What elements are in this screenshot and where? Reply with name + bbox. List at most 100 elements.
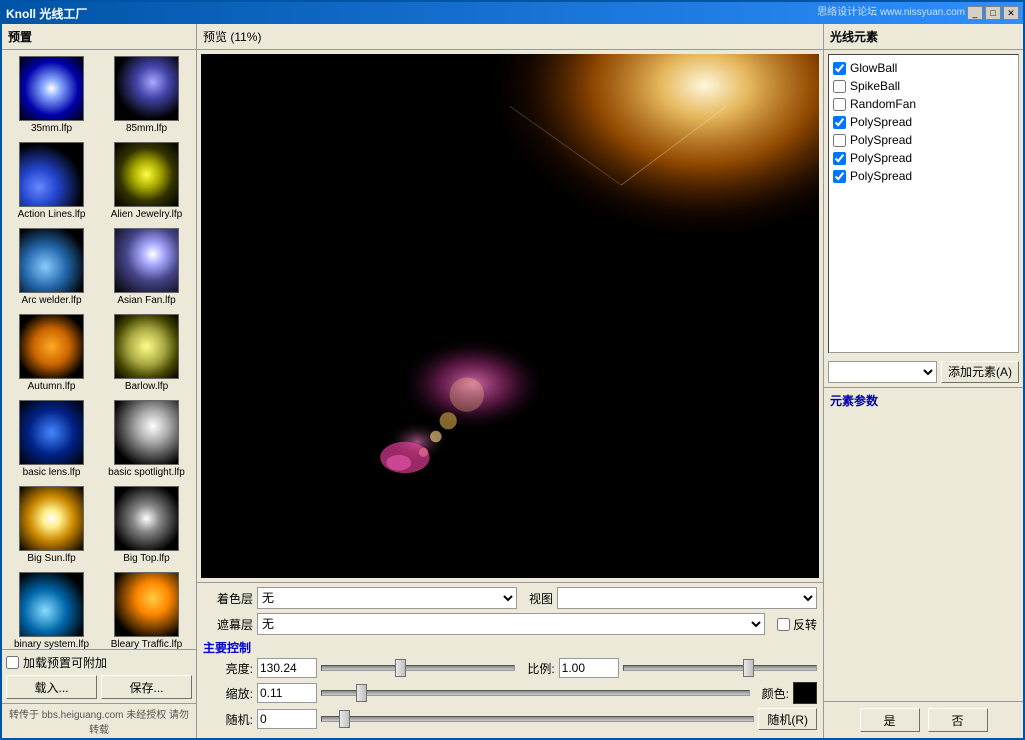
brightness-input[interactable]: 130.24 [257,658,317,678]
load-checkbox-label: 加载预置可附加 [23,654,107,671]
preset-item[interactable]: Autumn.lfp [6,312,97,394]
view-select[interactable] [557,587,817,609]
element-params-title: 元素参数 [824,387,1023,413]
preset-list: 35mm.lfp 85mm.lfpAction Lines.lfp Alien Je… [2,50,196,649]
layer-select[interactable]: 无 [257,587,517,609]
element-item: RandomFan [833,95,1014,113]
add-element-select[interactable] [828,361,937,383]
zoom-label: 缩放: [203,685,253,702]
zoom-input[interactable]: 0.11 [257,683,317,703]
element-label: SpikeBall [850,79,900,93]
preset-label: basic lens.lfp [23,467,81,478]
color-label: 颜色: [762,685,789,702]
random-slider[interactable] [321,709,754,729]
zoom-row: 缩放: 0.11 颜色: [203,682,817,704]
preview-area [201,54,819,578]
preset-item[interactable]: Arc welder.lfp [6,226,97,308]
preset-item[interactable]: Barlow.lfp [101,312,192,394]
preset-item[interactable]: Big Top.lfp [101,484,192,566]
brightness-slider[interactable] [321,658,515,678]
preview-title: 预览 (11%) [197,24,823,50]
title-bar: Knoll 光线工厂 思络设计论坛 www.nissyuan.com _ □ ✕ [2,2,1023,24]
presets-title: 预置 [2,24,196,50]
right-footer: 是 否 [824,701,1023,738]
left-panel: 预置 35mm.lfp 85mm.lfpAction Lines.lfp Alien… [2,24,197,738]
element-checkbox[interactable] [833,80,846,93]
preset-item[interactable]: basic lens.lfp [6,398,97,480]
preset-label: basic spotlight.lfp [108,467,185,478]
main-content: 预置 35mm.lfp 85mm.lfpAction Lines.lfp Alien… [2,24,1023,738]
footer-text: 转传于 bbs.heiguang.com 未经授权 请勿转载 [2,703,196,738]
element-item: PolySpread [833,167,1014,185]
add-element-button[interactable]: 添加元素(A) [941,361,1019,383]
scale-input[interactable]: 1.00 [559,658,619,678]
preset-label: 35mm.lfp [31,123,72,134]
preset-thumb [114,142,179,207]
element-checkbox[interactable] [833,98,846,111]
preset-label: Bleary Traffic.lfp [111,639,183,649]
view-label: 视图 [529,590,553,607]
preset-item[interactable]: binary system.lfp [6,570,97,649]
preset-thumb [114,56,179,121]
reverse-checkbox[interactable] [777,618,790,631]
save-button[interactable]: 保存... [101,675,192,699]
preset-item[interactable]: 85mm.lfp [101,54,192,136]
preset-item[interactable]: Asian Fan.lfp [101,226,192,308]
element-label: PolySpread [850,169,912,183]
element-label: PolySpread [850,115,912,129]
close-button[interactable]: ✕ [1003,6,1019,20]
preset-item[interactable]: Big Sun.lfp [6,484,97,566]
lens-flare-svg [201,54,819,578]
random-button[interactable]: 随机(R) [758,708,817,730]
preset-thumb [114,314,179,379]
preset-item[interactable]: Action Lines.lfp [6,140,97,222]
random-label: 随机: [203,711,253,728]
load-save-row: 载入... 保存... [6,675,192,699]
preset-label: Arc welder.lfp [21,295,81,306]
preset-thumb [19,400,84,465]
matte-row: 遮幕层 无 反转 [203,613,817,635]
element-item: GlowBall [833,59,1014,77]
preset-item[interactable]: Bleary Traffic.lfp [101,570,192,649]
preset-thumb [19,314,84,379]
preset-thumb [19,486,84,551]
element-checkbox[interactable] [833,116,846,129]
element-label: GlowBall [850,61,897,75]
load-button[interactable]: 载入... [6,675,97,699]
preset-item[interactable]: Alien Jewelry.lfp [101,140,192,222]
preset-thumb [19,56,84,121]
element-checkbox[interactable] [833,152,846,165]
ok-button[interactable]: 是 [860,708,920,732]
cancel-button[interactable]: 否 [928,708,988,732]
random-row: 随机: 0 随机(R) [203,708,817,730]
scale-slider[interactable] [623,658,817,678]
preset-thumb [114,486,179,551]
element-item: PolySpread [833,149,1014,167]
color-picker[interactable] [793,682,817,704]
main-window: Knoll 光线工厂 思络设计论坛 www.nissyuan.com _ □ ✕… [0,0,1025,740]
preset-label: Alien Jewelry.lfp [111,209,183,220]
preset-thumb [114,228,179,293]
preset-item[interactable]: basic spotlight.lfp [101,398,192,480]
preset-thumb [19,228,84,293]
random-input[interactable]: 0 [257,709,317,729]
element-label: RandomFan [850,97,916,111]
element-item: PolySpread [833,131,1014,149]
element-checkbox[interactable] [833,62,846,75]
zoom-slider[interactable] [321,683,750,703]
element-label: PolySpread [850,151,912,165]
brightness-row: 亮度: 130.24 比例: 1.00 [203,658,817,678]
element-checkbox[interactable] [833,170,846,183]
matte-select[interactable]: 无 [257,613,765,635]
maximize-button[interactable]: □ [985,6,1001,20]
element-checkbox[interactable] [833,134,846,147]
left-footer: 加载预置可附加 载入... 保存... [2,649,196,703]
main-controls-title: 主要控制 [203,639,817,656]
load-preset-checkbox[interactable] [6,656,19,669]
preset-thumb [19,572,84,637]
preset-item[interactable]: 35mm.lfp [6,54,97,136]
preset-label: Asian Fan.lfp [117,295,175,306]
preset-label: binary system.lfp [14,639,89,649]
minimize-button[interactable]: _ [967,6,983,20]
right-panel: 光线元素 GlowBallSpikeBallRandomFanPolySprea… [823,24,1023,738]
